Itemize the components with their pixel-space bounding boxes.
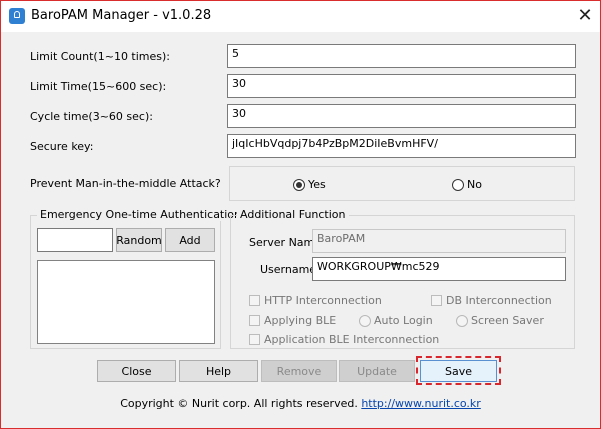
emergency-key-list[interactable] — [37, 260, 215, 344]
username-input[interactable]: WORKGROUP₩mc529 — [312, 257, 566, 281]
mitm-no-label: No — [467, 178, 482, 191]
screen-saver-radio[interactable]: Screen Saver — [456, 314, 544, 327]
applying-ble-label: Applying BLE — [264, 314, 337, 327]
auto-login-label: Auto Login — [374, 314, 433, 327]
app-ble-interconnection-label: Application BLE Interconnection — [264, 333, 440, 346]
save-button[interactable]: Save — [420, 360, 497, 382]
mitm-radio-group — [229, 166, 575, 201]
radio-unchecked-icon — [359, 314, 371, 327]
db-interconnection-label: DB Interconnection — [446, 294, 552, 307]
db-interconnection-checkbox[interactable]: DB Interconnection — [431, 294, 552, 307]
additional-function-title: Additional Function — [237, 208, 349, 221]
title-bar[interactable]: BaroPAM Manager - v1.0.28 ✕ — [1, 1, 600, 32]
copyright-text: Copyright © Nurit corp. All rights reser… — [120, 397, 358, 410]
username-label: Username — [260, 263, 317, 276]
http-interconnection-checkbox[interactable]: HTTP Interconnection — [249, 294, 382, 307]
limit-count-label: Limit Count(1~10 times): — [30, 50, 171, 63]
cycle-time-input[interactable]: 30 — [227, 104, 576, 128]
secure-key-label: Secure key: — [30, 140, 94, 153]
footer: Copyright © Nurit corp. All rights reser… — [1, 397, 600, 410]
checkbox-icon — [249, 334, 260, 345]
radio-unchecked-icon — [452, 178, 464, 191]
screen-saver-label: Screen Saver — [471, 314, 544, 327]
radio-checked-icon — [293, 178, 305, 191]
secure-key-input[interactable]: jIqIcHbVqdpj7b4PzBpM2DiIeBvmHFV/ — [227, 134, 576, 158]
checkbox-icon — [249, 315, 260, 326]
limit-time-label: Limit Time(15~600 sec): — [30, 80, 167, 93]
checkbox-icon — [431, 295, 442, 306]
website-link[interactable]: http://www.nurit.co.kr — [361, 397, 480, 410]
lock-app-icon — [9, 8, 25, 24]
cycle-time-label: Cycle time(3~60 sec): — [30, 110, 153, 123]
mitm-yes-radio[interactable]: Yes — [293, 178, 326, 191]
server-name-input[interactable]: BaroPAM — [312, 229, 566, 253]
checkbox-icon — [249, 295, 260, 306]
close-window-button[interactable]: ✕ — [571, 3, 599, 29]
random-button[interactable]: Random — [116, 228, 162, 252]
help-button[interactable]: Help — [179, 360, 258, 382]
server-name-label: Server Name — [249, 236, 322, 249]
app-ble-interconnection-checkbox[interactable]: Application BLE Interconnection — [249, 333, 439, 346]
remove-button[interactable]: Remove — [261, 360, 337, 382]
app-window: BaroPAM Manager - v1.0.28 ✕ Limit Count(… — [0, 0, 601, 429]
window-title: BaroPAM Manager - v1.0.28 — [31, 8, 212, 23]
emergency-key-input[interactable] — [37, 228, 113, 252]
update-button[interactable]: Update — [339, 360, 415, 382]
mitm-yes-label: Yes — [308, 178, 326, 191]
mitm-no-radio[interactable]: No — [452, 178, 482, 191]
applying-ble-checkbox[interactable]: Applying BLE — [249, 314, 336, 327]
close-button[interactable]: Close — [97, 360, 176, 382]
radio-unchecked-icon — [456, 314, 468, 327]
limit-count-input[interactable]: 5 — [227, 44, 576, 68]
mitm-label: Prevent Man-in-the-middle Attack? — [30, 177, 221, 190]
auto-login-radio[interactable]: Auto Login — [359, 314, 433, 327]
add-key-button[interactable]: Add — [165, 228, 215, 252]
http-interconnection-label: HTTP Interconnection — [264, 294, 382, 307]
limit-time-input[interactable]: 30 — [227, 74, 576, 98]
